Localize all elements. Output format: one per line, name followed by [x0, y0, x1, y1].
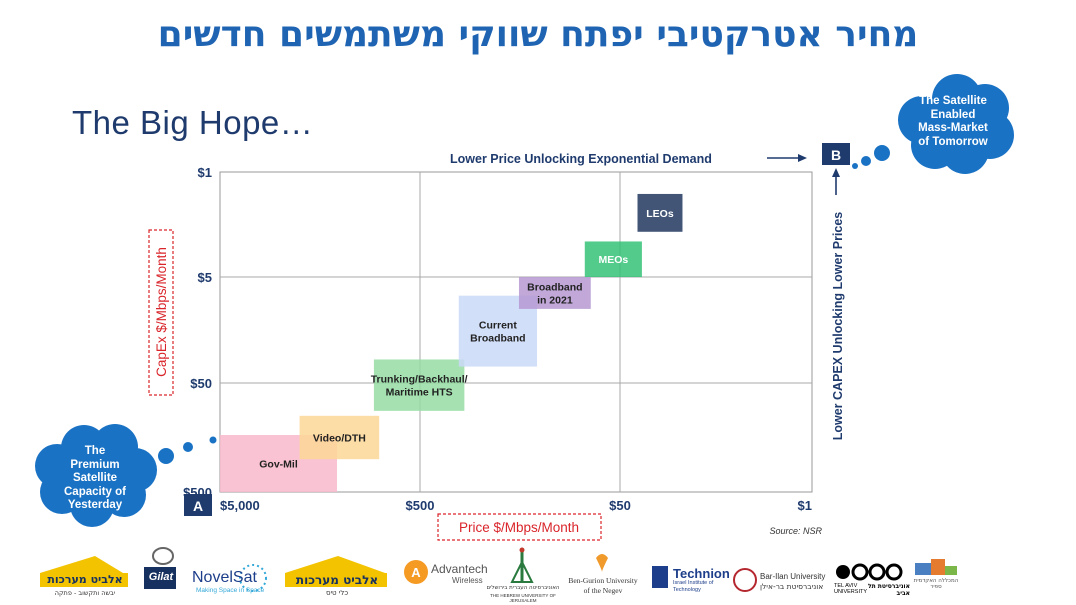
- bubble-top-dot-1: [874, 145, 890, 161]
- segment-label-current-broadband: Current: [479, 320, 517, 332]
- segment-label-broadband-in-2021: Broadband: [527, 281, 582, 293]
- logo-novelsat-sub: Making Space in Space: [196, 587, 265, 594]
- logo-novelsat: NovelSat: [192, 569, 257, 586]
- x-tick-label: $1: [798, 498, 812, 513]
- logo-barilan-sub: אוניברסיטת בר-אילן: [760, 582, 824, 591]
- top-arrow-head: [798, 154, 807, 162]
- svg-text:A: A: [411, 565, 421, 580]
- logo-hebrew-univ: האוניברסיטה העברית בירושלים: [486, 585, 560, 591]
- logo-bgu: Ben-Gurion University: [568, 576, 638, 585]
- source-note: Source: NSR: [769, 526, 822, 536]
- ylabel-text: CapEx $/Mbps/Month: [154, 247, 169, 377]
- logo-barilan-mark: [733, 568, 757, 592]
- segment-label-leos: LEOs: [646, 208, 674, 220]
- logo-technion-sub: Israel Institute of Technology: [673, 580, 714, 593]
- segment-label-video-dth: Video/DTH: [313, 433, 366, 445]
- chart-canvas: Gov-Mil Video/DTH Trunking/Backhaul/Mariti…: [35, 74, 1014, 592]
- segment-label-current-broadband: Broadband: [470, 333, 525, 345]
- y-tick-label: $50: [190, 376, 212, 391]
- bubble-bottom-line: Premium: [70, 458, 120, 471]
- bubble-top-dot-3: [852, 163, 858, 169]
- logo-advantech: Advantech: [431, 562, 488, 576]
- logo-tau-sub: אוניברסיטת תל אביב: [867, 583, 910, 597]
- logo-technion-mark: [652, 566, 668, 588]
- x-tick-label: $5,000: [220, 498, 260, 513]
- bubble-bottom-line: Satellite: [72, 472, 118, 484]
- bubble-bottom-text: The Premium Satellite Capacity of Yester…: [40, 445, 150, 513]
- x-tick-label: $500: [406, 498, 435, 513]
- bubble-top-line: Enabled: [930, 108, 976, 121]
- logo-barilan: Bar-Ilan University: [760, 572, 826, 581]
- bubble-bottom-dot-2: [183, 442, 193, 452]
- bubble-top-dot-2: [861, 156, 871, 166]
- xlabel-text: Price $/Mbps/Month: [459, 520, 579, 535]
- segment-label-gov-mil: Gov-Mil: [259, 459, 298, 471]
- logo-hebrew-univ-mark: [510, 547, 534, 583]
- logo-tau-mark: [836, 563, 903, 581]
- logo-elbit-air: אלביט מערכות: [295, 573, 379, 587]
- logo-sapir-mark: [915, 559, 957, 575]
- right-arrow-label: Lower CAPEX Unlocking Lower Prices: [831, 212, 845, 441]
- y-tick-label: $1: [198, 165, 212, 180]
- bubble-bottom-dot-1: [158, 448, 174, 464]
- logo-advantech-sub: Wireless: [452, 576, 483, 585]
- x-tick-label: $50: [609, 498, 631, 513]
- bubble-bottom-dot-3: [209, 436, 217, 444]
- logo-elbit-land-sub: יבשה ותקשוב - פתקה: [54, 589, 116, 597]
- segment-label-broadband-in-2021: in 2021: [537, 294, 573, 306]
- segment-label-trunking-backhaul-maritime-hts: Trunking/Backhaul/: [371, 374, 468, 386]
- logo-bgu-mark: [596, 554, 608, 572]
- logo-elbit-land: אלביט מערכות: [47, 573, 123, 586]
- logo-technion: Technion: [673, 566, 730, 581]
- bubble-top-line: of Tomorrow: [918, 135, 988, 148]
- top-arrow-label: Lower Price Unlocking Exponential Demand: [450, 152, 712, 166]
- bubble-top-line: Mass-Market: [918, 122, 988, 134]
- point-a-label: A: [193, 498, 203, 514]
- y-tick-label: $5: [198, 270, 212, 285]
- right-arrow-head: [832, 168, 840, 177]
- logo-bgu-sub: of the Negev: [583, 586, 623, 595]
- logo-sapir: המכללה האקדמית ספיר: [913, 578, 959, 590]
- segment-label-trunking-backhaul-maritime-hts: Maritime HTS: [386, 387, 453, 399]
- logo-elbit-air-sub: כלי טיס: [325, 589, 349, 597]
- bubble-top-line: The Satellite: [919, 95, 987, 107]
- logo-gilat: Gilat: [148, 571, 174, 583]
- bubble-top-text: The Satellite Enabled Mass-Market of Tom…: [898, 95, 1008, 149]
- bubble-bottom-line: The: [84, 445, 106, 457]
- point-b-label: B: [831, 147, 841, 163]
- bubble-bottom-line: Capacity of: [64, 485, 126, 498]
- segment-label-meos: MEOs: [598, 254, 628, 266]
- logo-advantech-mark: A: [404, 560, 428, 584]
- bubble-bottom-line: Yesterday: [67, 499, 123, 511]
- logo-hebrew-univ-sub: THE HEBREW UNIVERSITY OF JERUSALEM: [490, 593, 556, 603]
